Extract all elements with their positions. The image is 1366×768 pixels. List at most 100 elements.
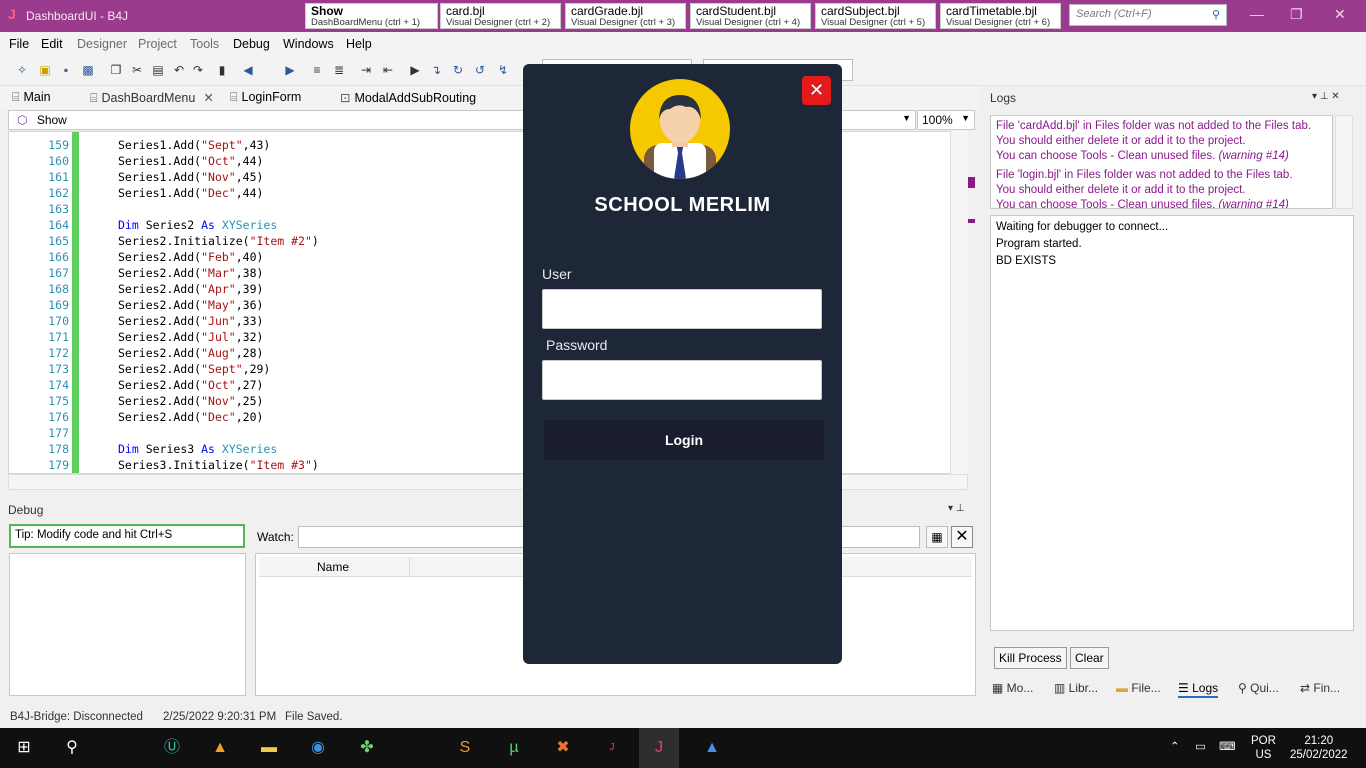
cut-icon[interactable]: ✂ [129,62,145,78]
logs-output[interactable]: Waiting for debugger to connect... Progr… [990,215,1354,631]
windows-start-icon[interactable]: ⊞ [12,736,36,760]
step-out-icon[interactable]: ↺ [472,62,488,78]
editor-vertical-scrollbar[interactable] [950,131,968,474]
kill-process-button[interactable]: Kill Process [994,647,1067,669]
taskbar-app-blue-icon[interactable]: ▲ [700,736,724,760]
menu-windows[interactable]: Windows [283,37,334,51]
module-icon: ⌸ [230,90,238,104]
doc-tab-cardsubject[interactable]: cardSubject.bjl Visual Designer (ctrl + … [815,3,936,29]
variables-list[interactable] [9,553,246,696]
restart-icon[interactable]: ↯ [495,62,511,78]
tab-libraries[interactable]: ▥ Libr... [1054,681,1098,695]
uncomment-icon[interactable]: ≣ [331,62,347,78]
taskbar-sublime-icon[interactable]: S [453,736,477,760]
menu-edit[interactable]: Edit [41,37,63,51]
zoom-selector[interactable]: 100% ▼ [917,110,975,130]
tray-language[interactable]: POR US [1251,734,1276,762]
tray-network-icon[interactable]: ▭ [1195,740,1206,754]
evaluate-button[interactable]: ▦ [926,526,948,548]
step-into-icon[interactable]: ↴ [428,62,444,78]
forward-icon[interactable]: ▶ [282,62,298,78]
copy-icon[interactable]: ❐ [108,62,124,78]
outdent-icon[interactable]: ⇤ [380,62,396,78]
folder-icon: ▬ [1116,681,1128,695]
doc-tab-show[interactable]: Show DashBoardMenu (ctrl + 1) [305,3,438,29]
warning-marker[interactable] [968,219,975,223]
menu-project[interactable]: Project [138,37,177,51]
code-text: Series2.Add("Feb",40) [118,250,264,264]
clear-watch-button[interactable]: ✕ [951,526,973,548]
redo-icon[interactable]: ↷ [190,62,206,78]
run-icon[interactable]: ▶ [407,62,423,78]
warnings-list[interactable]: File 'cardAdd.bjl' in Files folder was n… [990,115,1333,209]
taskbar-b4j-active-icon[interactable]: J [639,728,679,768]
line-number: 166 [48,250,69,264]
code-text: Series2.Add("Dec",20) [118,410,264,424]
tab-modules[interactable]: ▦ Mo... [992,681,1033,695]
close-window-icon[interactable]: ✕ [1334,6,1346,23]
debug-tip: Tip: Modify code and hit Ctrl+S [9,524,245,548]
taskbar-explorer-icon[interactable]: ▬ [257,736,281,760]
minimize-icon[interactable]: — [1250,6,1264,22]
menu-designer[interactable]: Designer [77,37,127,51]
tab-dashboardmenu[interactable]: ⌸ DashBoardMenu ✕ [90,90,214,106]
login-button[interactable]: Login [544,420,824,460]
back-icon[interactable]: ◀ [240,62,256,78]
pin-icon[interactable]: ▾ ⊥ [948,503,965,514]
tray-chevron-icon[interactable]: ⌃ [1170,740,1180,754]
tab-modaladdsubrouting[interactable]: ⊡ ModalAddSubRouting [340,90,476,105]
paste-icon[interactable]: ▤ [150,62,166,78]
taskbar-app-triangle-icon[interactable]: ▲ [208,736,232,760]
taskbar-search-icon[interactable]: ⚲ [60,736,84,760]
tray-clock[interactable]: 21:20 25/02/2022 [1290,734,1348,762]
clear-logs-button[interactable]: Clear [1070,647,1109,669]
line-number: 163 [48,202,69,216]
code-text: Series1.Add("Oct",44) [118,154,264,168]
calculator-icon: ▦ [931,530,943,544]
menu-tools[interactable]: Tools [190,37,219,51]
menu-file[interactable]: File [9,37,29,51]
line-number: 173 [48,362,69,376]
tray-keyboard-icon[interactable]: ⌨ [1219,740,1236,754]
tab-files[interactable]: ▬ File... [1116,681,1161,695]
modal-close-button[interactable]: ✕ [802,76,831,105]
taskbar-xampp-icon[interactable]: ✖ [551,736,575,760]
bookmark-icon[interactable]: ▮ [214,62,230,78]
user-input[interactable] [542,289,822,329]
tab-loginform[interactable]: ⌸ LoginForm [230,90,301,105]
maximize-icon[interactable]: ❐ [1290,6,1303,23]
error-marker[interactable] [968,177,975,188]
logs-panel-header: Logs ▾ ⊥ ✕ [990,91,1340,105]
search-input[interactable]: Search (Ctrl+F) ⚲ [1069,4,1227,26]
open-folder-icon[interactable]: ▣ [37,62,53,78]
indent-icon[interactable]: ⇥ [358,62,374,78]
tab-logs[interactable]: ☰ Logs [1178,681,1219,698]
password-input[interactable] [542,360,822,400]
taskbar-firefox-icon[interactable]: ◉ [306,736,330,760]
bridge-status: B4J-Bridge: Disconnected [10,711,143,723]
new-file-icon[interactable]: ✧ [14,62,30,78]
undo-icon[interactable]: ↶ [171,62,187,78]
comment-icon[interactable]: ≡ [309,62,325,78]
close-tab-icon[interactable]: ✕ [203,91,213,105]
tab-quick-search[interactable]: ⚲ Qui... [1238,681,1279,695]
taskbar-b4j-icon[interactable]: J [600,736,624,760]
taskbar-app-u-icon[interactable]: Ⓤ [160,736,184,760]
panel-controls-icon[interactable]: ▾ ⊥ ✕ [1312,91,1340,102]
menu-debug[interactable]: Debug [233,37,270,51]
menu-help[interactable]: Help [346,37,372,51]
taskbar-utorrent-icon[interactable]: µ [502,736,526,760]
doc-tab-cardstudent[interactable]: cardStudent.bjl Visual Designer (ctrl + … [690,3,811,29]
doc-tab-card[interactable]: card.bjl Visual Designer (ctrl + 2) [440,3,561,29]
tab-find[interactable]: ⇄ Fin... [1300,681,1340,695]
save-icon[interactable]: ▪ [58,62,74,78]
step-over-icon[interactable]: ↻ [450,62,466,78]
doc-tab-cardtimetable[interactable]: cardTimetable.bjl Visual Designer (ctrl … [940,3,1061,29]
title-bar: J DashboardUI - B4J Show DashBoardMenu (… [0,0,1366,32]
taskbar-clover-icon[interactable]: ✤ [355,736,379,760]
doc-tab-cardgrade[interactable]: cardGrade.bjl Visual Designer (ctrl + 3) [565,3,686,29]
tab-main[interactable]: ⌸ Main [12,90,51,105]
warnings-scrollbar[interactable] [1335,115,1353,209]
save-all-icon[interactable]: ▩ [80,62,96,78]
line-number: 165 [48,234,69,248]
